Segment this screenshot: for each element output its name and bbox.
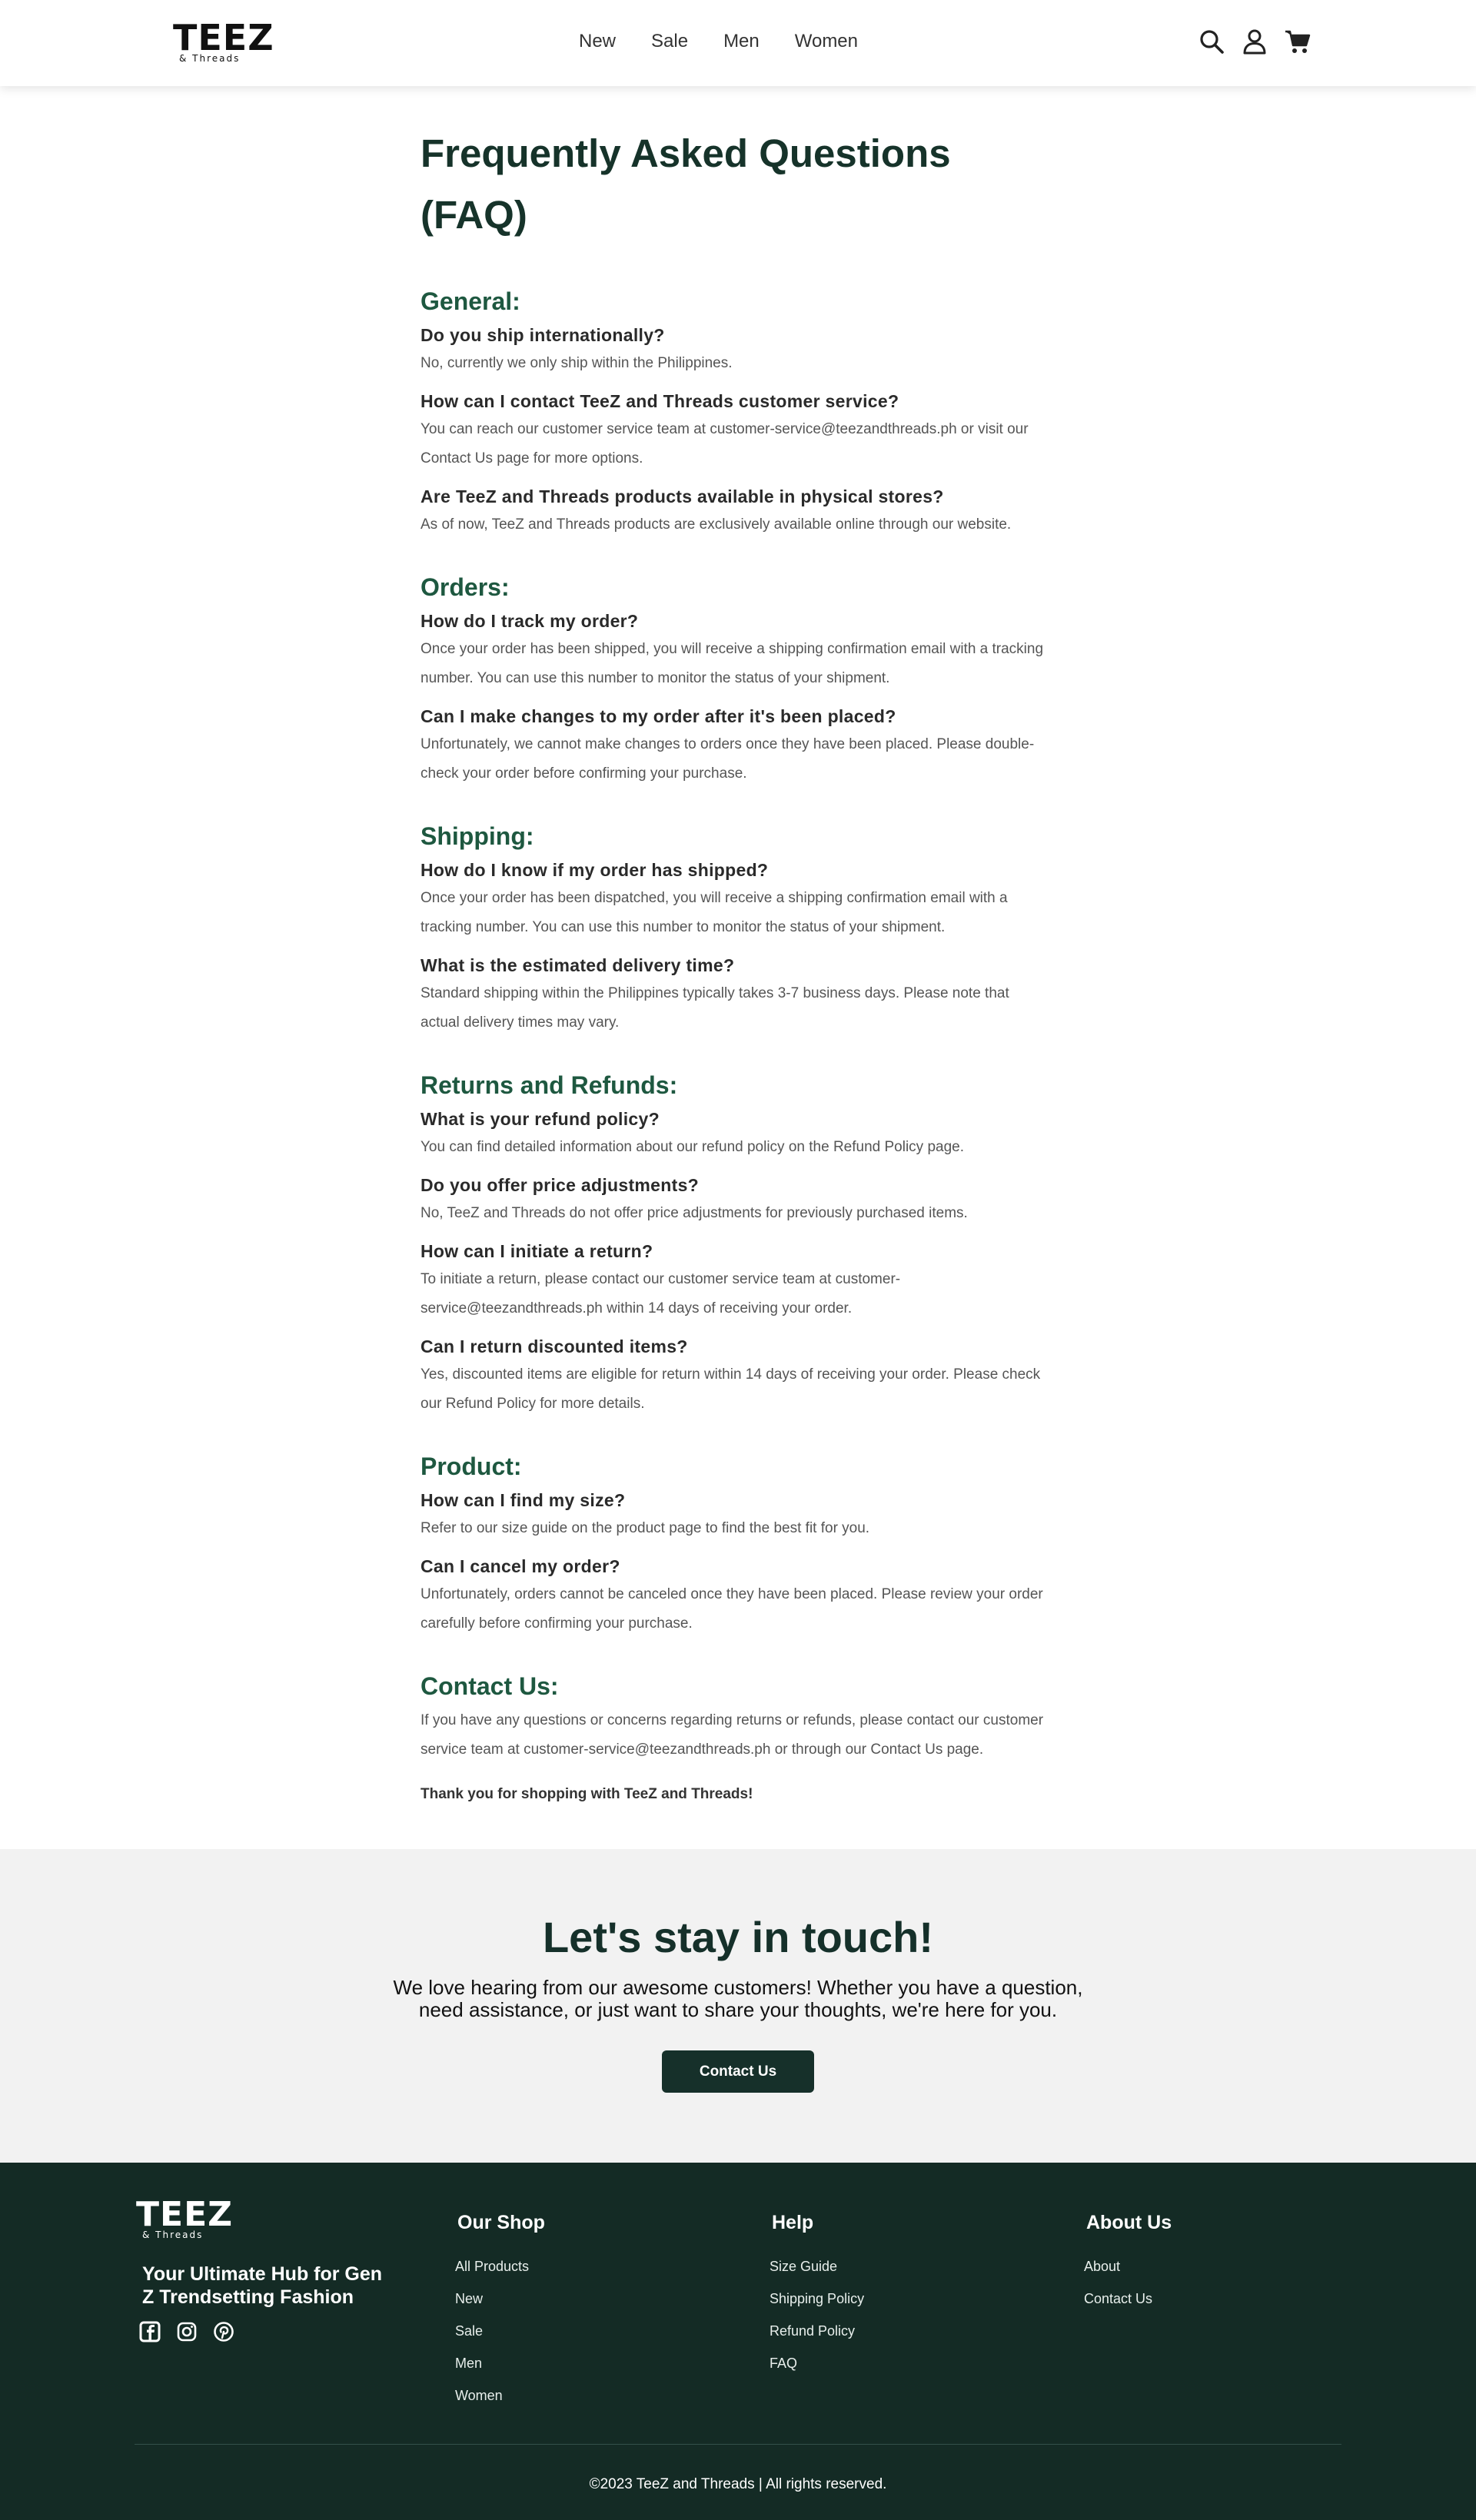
footer-tagline: Your Ultimate Hub for Gen Z Trendsetting… [142,2263,383,2308]
faq-question: What is the estimated delivery time? [421,955,735,975]
faq-section-product: Product: How can I find my size? Refer t… [421,1449,1051,1638]
faq-item: Can I return discounted items? Yes, disc… [421,1333,1051,1419]
faq-answer: No, currently we only ship within the Ph… [421,355,733,371]
faq-question: Can I make changes to my order after it'… [421,706,896,726]
faq-answer: Once your order has been dispatched, you… [421,890,1008,935]
faq-section-contact: Contact Us: If you have any questions or… [421,1669,1051,1803]
footer-link-size-guide[interactable]: Size Guide [770,2250,864,2283]
logo-wordmark: TEEZ [173,17,274,58]
faq-section-shipping: Shipping: How do I know if my order has … [421,819,1051,1038]
footer-column-title: Help [772,2212,814,2233]
faq-section-returns: Returns and Refunds: What is your refund… [421,1068,1051,1419]
faq-answer: Yes, discounted items are eligible for r… [421,1366,1041,1412]
faq-answer: Unfortunately, orders cannot be canceled… [421,1586,1043,1632]
footer-link-contact-us[interactable]: Contact Us [1084,2283,1172,2315]
footer-link-refund-policy[interactable]: Refund Policy [770,2315,864,2347]
faq-question: How do I track my order? [421,611,639,631]
footer-link-shipping-policy[interactable]: Shipping Policy [770,2283,864,2315]
footer-column-about-us: About Us About Contact Us [1084,2210,1172,2315]
faq-answer: Unfortunately, we cannot make changes to… [421,736,1035,782]
footer-column-help: Help Size Guide Shipping Policy Refund P… [770,2210,864,2379]
faq-item: How can I contact TeeZ and Threads custo… [421,387,1051,473]
faq-item: Do you offer price adjustments? No, TeeZ… [421,1171,1051,1228]
faq-answer: Refer to our size guide on the product p… [421,1520,870,1536]
footer-link-women[interactable]: Women [455,2379,545,2412]
faq-item: Are TeeZ and Threads products available … [421,483,1051,540]
faq-item: How do I know if my order has shipped? O… [421,856,1051,942]
faq-question: What is your refund policy? [421,1109,660,1129]
section-heading: Shipping: [421,822,534,850]
footer-column-title: About Us [1086,2212,1172,2233]
stay-in-touch-banner: Let's stay in touch! We love hearing fro… [0,1849,1476,2163]
footer-link-about[interactable]: About [1084,2250,1172,2283]
faq-answer: You can reach our customer service team … [421,421,1029,466]
footer-link-sale[interactable]: Sale [455,2315,545,2347]
thank-you-note: Thank you for shopping with TeeZ and Thr… [421,1786,753,1802]
user-icon[interactable] [1241,28,1268,55]
faq-question: How can I contact TeeZ and Threads custo… [421,391,899,411]
faq-content: Frequently Asked Questions (FAQ) General… [421,86,1051,1849]
footer-divider [135,2444,1341,2445]
faq-question: Do you offer price adjustments? [421,1175,700,1195]
faq-section-orders: Orders: How do I track my order? Once yo… [421,570,1051,789]
faq-item: How can I initiate a return? To initiate… [421,1237,1051,1323]
banner-title: Let's stay in touch! [542,1913,934,1961]
faq-answer: To initiate a return, please contact our… [421,1271,901,1316]
faq-answer: No, TeeZ and Threads do not offer price … [421,1205,968,1221]
footer-link-men[interactable]: Men [455,2347,545,2379]
faq-question: How do I know if my order has shipped? [421,860,769,880]
section-heading: General: [421,287,520,315]
footer-column-title: Our Shop [457,2212,545,2233]
header-actions [1198,28,1311,55]
faq-question: Are TeeZ and Threads products available … [421,486,944,506]
search-icon[interactable] [1198,28,1225,55]
faq-question: How can I initiate a return? [421,1241,653,1261]
footer-link-new[interactable]: New [455,2283,545,2315]
faq-item: What is the estimated delivery time? Sta… [421,951,1051,1038]
faq-section-general: General: Do you ship internationally? No… [421,284,1051,540]
faq-answer: Standard shipping within the Philippines… [421,985,1009,1031]
faq-item: Can I make changes to my order after it'… [421,702,1051,789]
faq-answer: Once your order has been shipped, you wi… [421,641,1044,686]
banner-text: We love hearing from our awesome custome… [393,1976,1083,2021]
faq-item: What is your refund policy? You can find… [421,1105,1051,1162]
section-heading: Contact Us: [421,1672,559,1700]
copyright-text: ©2023 TeeZ and Threads | All rights rese… [589,2476,887,2492]
site-footer: TEEZ & Threads Your Ultimate Hub for Gen… [0,2163,1476,2520]
cart-icon[interactable] [1284,28,1311,55]
nav-link-sale[interactable]: Sale [651,29,688,54]
faq-question: How can I find my size? [421,1490,626,1510]
faq-question: Can I cancel my order? [421,1556,620,1576]
faq-item: Do you ship internationally? No, current… [421,321,1051,378]
faq-question: Do you ship internationally? [421,325,665,345]
page-title: Frequently Asked Questions (FAQ) [421,131,951,237]
footer-link-faq[interactable]: FAQ [770,2347,864,2379]
section-heading: Product: [421,1453,522,1480]
faq-answer: As of now, TeeZ and Threads products are… [421,516,1012,533]
site-logo[interactable]: TEEZ & Threads [173,20,274,64]
footer-logo[interactable]: TEEZ & Threads [136,2195,234,2241]
footer-column-our-shop: Our Shop All Products New Sale Men Women [455,2210,545,2412]
social-links [139,2321,234,2342]
faq-question: Can I return discounted items? [421,1336,688,1356]
nav-link-men[interactable]: Men [723,29,760,54]
main-nav: New Sale Men Women [579,29,893,54]
section-heading: Returns and Refunds: [421,1071,678,1099]
logo-wordmark: TEEZ [136,2195,234,2234]
pinterest-icon[interactable] [213,2321,234,2342]
contact-us-button[interactable]: Contact Us [662,2050,814,2093]
nav-link-women[interactable]: Women [795,29,858,54]
instagram-icon[interactable] [176,2321,198,2342]
nav-link-new[interactable]: New [579,29,616,54]
faq-item: Can I cancel my order? Unfortunately, or… [421,1552,1051,1638]
faq-item: How do I track my order? Once your order… [421,607,1051,693]
facebook-icon[interactable] [139,2321,161,2342]
footer-link-all-products[interactable]: All Products [455,2250,545,2283]
faq-answer: You can find detailed information about … [421,1139,964,1155]
site-header: TEEZ & Threads New Sale Men Women [0,0,1476,86]
contact-text: If you have any questions or concerns re… [421,1712,1044,1758]
section-heading: Orders: [421,573,510,601]
faq-item: How can I find my size? Refer to our siz… [421,1486,1051,1543]
